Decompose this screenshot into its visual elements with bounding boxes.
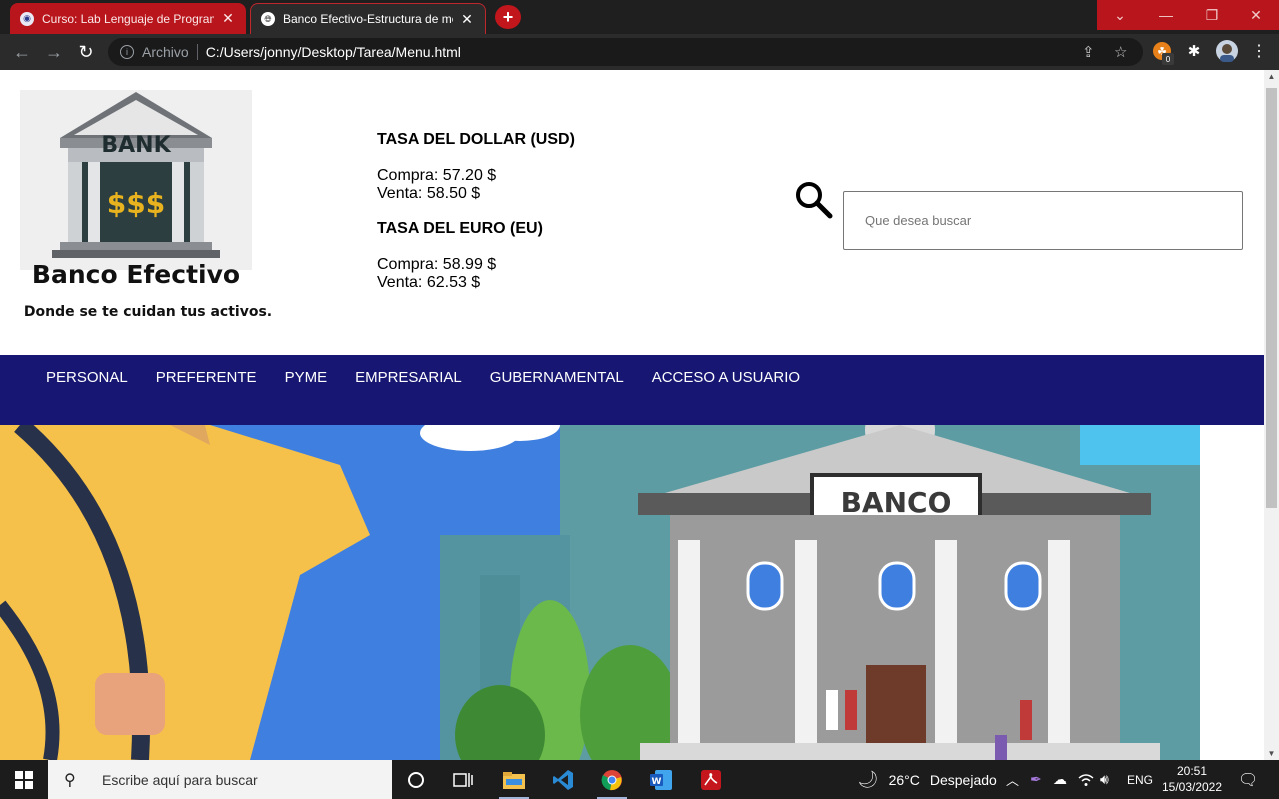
reload-icon[interactable]: ↻ [70, 36, 102, 68]
banner-bank-sign: BANCO [841, 486, 952, 519]
tab-curso[interactable]: ◉ Curso: Lab Lenguaje de Programación ✕ [10, 3, 246, 34]
close-tab-icon[interactable]: ✕ [220, 10, 236, 27]
bookmark-star-icon[interactable]: ☆ [1114, 43, 1127, 61]
profile-avatar[interactable] [1216, 40, 1238, 62]
clock-time: 20:51 [1176, 764, 1208, 778]
rate-buy: Compra: 58.99 $ [377, 256, 497, 273]
show-hidden-icons-chevron-icon[interactable]: ︿ [1006, 760, 1019, 799]
main-nav: PERSONAL PREFERENTE PYME EMPRESARIAL GUB… [0, 355, 1264, 425]
page-scrollbar[interactable]: ▲ ▼ [1264, 70, 1279, 760]
bank-name: Banco Efectivo [31, 260, 241, 289]
close-window-button[interactable]: ✕ [1233, 0, 1279, 30]
scroll-up-arrow-icon[interactable]: ▲ [1264, 72, 1279, 81]
restore-button[interactable]: ❐ [1189, 0, 1235, 30]
feather-app-icon[interactable]: ✒ [1030, 760, 1042, 799]
acrobat-pdf-icon[interactable] [688, 760, 734, 799]
bank-sign-text: BANK [101, 133, 171, 158]
divider [196, 44, 198, 60]
rate-sell: Venta: 62.53 $ [377, 274, 481, 291]
rate-sell: Venta: 58.50 $ [377, 185, 481, 202]
scheme-label: Archivo [142, 44, 189, 60]
browser-titlebar: ◉ Curso: Lab Lenguaje de Programación ✕ … [0, 0, 1279, 34]
nav-item-personal[interactable]: PERSONAL [32, 355, 142, 386]
rate-title: TASA DEL EURO (EU) [377, 220, 543, 237]
page-content: BANK $$$ Banco Efectivo Donde se te cuid… [0, 70, 1264, 760]
wifi-icon[interactable] [1078, 760, 1094, 799]
chrome-icon[interactable] [589, 760, 635, 799]
scrollbar-thumb[interactable] [1266, 88, 1277, 508]
tab-title: Curso: Lab Lenguaje de Programación [42, 11, 214, 26]
windows-start-button[interactable] [0, 760, 48, 799]
moodle-favicon-icon: ◉ [20, 11, 34, 26]
nav-item-preferente[interactable]: PREFERENTE [142, 355, 271, 386]
rate-title: TASA DEL DOLLAR (USD) [377, 131, 575, 148]
nav-item-pyme[interactable]: PYME [271, 355, 342, 386]
clock-date: 15/03/2022 [1161, 780, 1223, 794]
globe-icon: 🌐︎ [261, 12, 275, 26]
rate-eur: TASA DEL EURO (EU) Compra: 58.99 $ Venta… [377, 220, 575, 292]
scroll-down-arrow-icon[interactable]: ▼ [1264, 749, 1279, 758]
nav-item-gubernamental[interactable]: GUBERNAMENTAL [476, 355, 638, 386]
rate-usd: TASA DEL DOLLAR (USD) Compra: 57.20 $ Ve… [377, 131, 575, 203]
search-icon: ⚲ [64, 771, 76, 789]
bank-slogan: Donde se te cuidan tus activos. [23, 304, 273, 320]
bank-logo: BANK $$$ [20, 90, 252, 270]
cortana-icon[interactable] [393, 760, 439, 799]
rate-buy: Compra: 57.20 $ [377, 167, 497, 184]
weather-widget[interactable]: 🌙︎ 26°C Despejado [857, 760, 997, 799]
url-text[interactable]: C:/Users/jonny/Desktop/Tarea/Menu.html [206, 44, 461, 60]
tab-banco-efectivo[interactable]: 🌐︎ Banco Efectivo-Estructura de menú ✕ [250, 3, 486, 34]
search-input[interactable] [843, 191, 1243, 250]
tab-title: Banco Efectivo-Estructura de menú [283, 12, 453, 26]
nav-item-empresarial[interactable]: EMPRESARIAL [341, 355, 476, 386]
exchange-rates: TASA DEL DOLLAR (USD) Compra: 57.20 $ Ve… [377, 131, 575, 292]
search-icon[interactable] [794, 180, 834, 220]
minimize-button[interactable]: — [1143, 0, 1189, 30]
close-tab-icon[interactable]: ✕ [459, 11, 475, 28]
weather-temp: 26°C [888, 771, 920, 788]
forward-arrow-icon[interactable]: → [38, 36, 70, 68]
browser-toolbar: ← → ↻ i Archivo C:/Users/jonny/Desktop/T… [0, 34, 1279, 70]
back-arrow-icon[interactable]: ← [6, 36, 38, 68]
share-icon[interactable]: ⇪ [1082, 43, 1095, 61]
address-bar[interactable]: i Archivo C:/Users/jonny/Desktop/Tarea/M… [108, 38, 1143, 66]
money-text: $$$ [107, 187, 165, 220]
extension-badge: 0 [1162, 53, 1174, 65]
tab-search-chevron-icon[interactable]: ⌄ [1097, 0, 1143, 30]
info-icon[interactable]: i [120, 45, 134, 59]
menu-kebab-icon[interactable]: ⋮ [1250, 42, 1268, 60]
vscode-icon[interactable] [540, 760, 586, 799]
onedrive-cloud-icon[interactable]: ☁ [1053, 760, 1067, 799]
notifications-icon[interactable]: 🗨︎ [1238, 760, 1258, 799]
weather-condition: Despejado [929, 771, 997, 788]
banner-image: BANCO [0, 425, 1200, 760]
volume-icon[interactable]: 🔊︎ [1100, 760, 1109, 799]
language-indicator[interactable]: ENG [1127, 760, 1153, 799]
moon-icon: 🌙︎ [857, 769, 879, 789]
taskbar-clock[interactable]: 20:51 15/03/2022 [1158, 763, 1226, 795]
svg-text:W: W [652, 777, 662, 787]
new-tab-button[interactable]: + [495, 5, 521, 29]
puzzle-extensions-icon[interactable]: ✱ [1185, 42, 1203, 60]
windows-taskbar: ⚲ Escribe aquí para buscar W 🌙︎ 26°C Des… [0, 760, 1279, 799]
taskbar-search-placeholder: Escribe aquí para buscar [102, 771, 258, 788]
nav-item-acceso-usuario[interactable]: ACCESO A USUARIO [638, 355, 814, 386]
windows-logo-icon [15, 770, 33, 789]
file-explorer-icon[interactable] [491, 760, 537, 799]
task-view-icon[interactable] [440, 760, 486, 799]
word-icon[interactable]: W [638, 760, 684, 799]
taskbar-search-box[interactable]: ⚲ Escribe aquí para buscar [48, 760, 392, 799]
